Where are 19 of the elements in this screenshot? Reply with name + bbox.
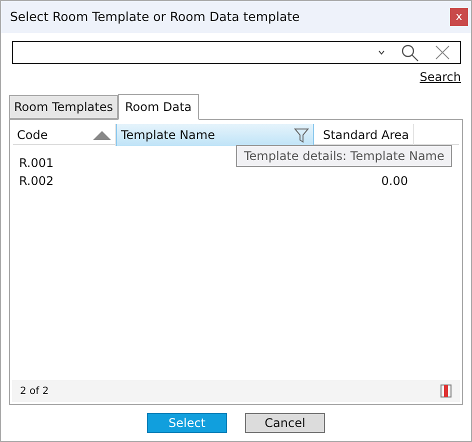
dropdown-caret-icon[interactable]: [378, 50, 385, 55]
tab[interactable]: Room Data: [118, 94, 199, 120]
record-count: 2 of 2: [20, 384, 49, 398]
window-title: Select Room Template or Room Data template: [10, 8, 300, 26]
table-cell: R.001: [19, 156, 54, 170]
table-cell: R.002: [19, 174, 54, 188]
clear-icon[interactable]: [435, 45, 450, 60]
table-cell: 0.00: [381, 174, 408, 188]
tooltip: Template details: Template Name: [236, 145, 452, 167]
search-link[interactable]: Search: [420, 68, 461, 86]
tab[interactable]: Room Templates: [9, 95, 118, 119]
filter-icon[interactable]: [294, 128, 309, 142]
bookmark-icon[interactable]: [440, 384, 452, 398]
search-icon[interactable]: [401, 44, 419, 62]
search-field[interactable]: [12, 41, 461, 64]
close-button[interactable]: x: [450, 8, 468, 26]
cancel-button[interactable]: Cancel: [245, 413, 325, 433]
column-header[interactable]: Template Name: [116, 124, 314, 146]
sort-ascending-icon[interactable]: [93, 130, 111, 140]
